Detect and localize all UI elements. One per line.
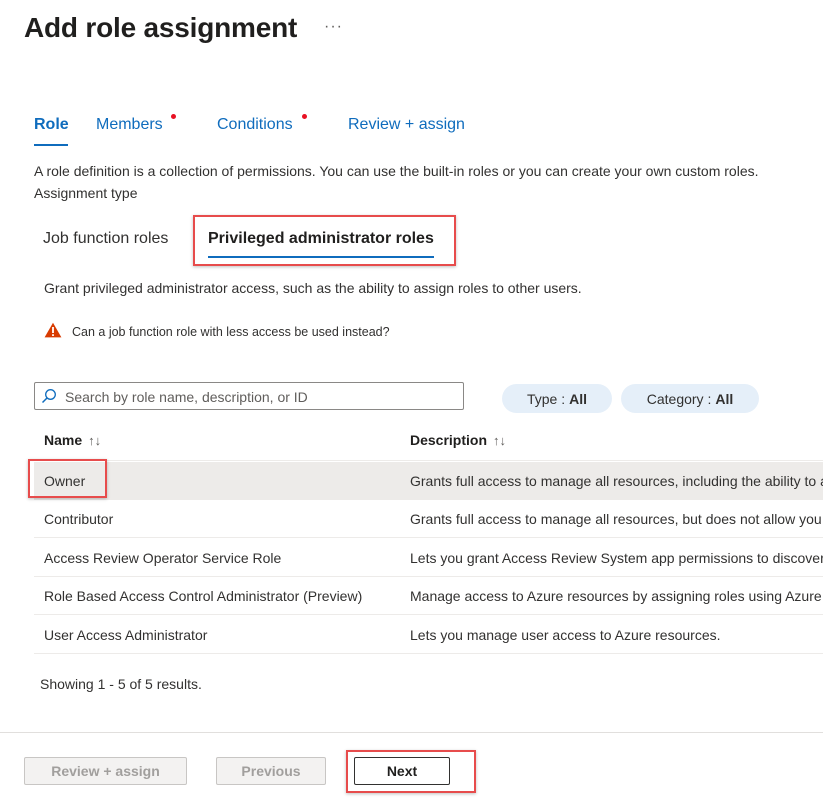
role-description-text: A role definition is a collection of per… [34,163,759,179]
table-row[interactable]: Owner Grants full access to manage all r… [34,462,823,500]
type-filter-pill[interactable]: Type : All [502,384,612,413]
subtab-active-underline [208,256,434,258]
grant-description-text: Grant privileged administrator access, s… [44,280,582,296]
sort-icon[interactable]: ↑↓ [88,433,101,448]
role-name: Role Based Access Control Administrator … [44,588,363,604]
search-icon [41,389,56,404]
warning-text: Can a job function role with less access… [72,325,390,339]
assignment-type-label: Assignment type [34,185,138,201]
table-header-divider [34,460,823,461]
next-button[interactable]: Next [354,757,450,785]
search-input[interactable] [63,386,462,408]
category-filter-pill[interactable]: Category : All [621,384,759,413]
search-box [34,382,464,410]
table-row[interactable]: Role Based Access Control Administrator … [34,577,823,615]
column-header-description[interactable]: Description ↑↓ [410,432,506,448]
previous-button[interactable]: Previous [216,757,326,785]
column-header-description-label: Description [410,432,488,448]
category-filter-value: All [715,390,734,407]
type-filter-label: Type : [526,390,566,407]
review-assign-button[interactable]: Review + assign [24,757,187,785]
role-name: Owner [44,473,86,489]
more-options-icon[interactable]: ··· [324,18,343,36]
tab-role[interactable]: Role [34,116,69,134]
tab-conditions[interactable]: Conditions [217,116,293,134]
role-name: Contributor [44,511,114,527]
role-name: Access Review Operator Service Role [44,550,282,566]
sort-icon[interactable]: ↑↓ [493,433,506,448]
subtab-job-function-roles[interactable]: Job function roles [43,230,168,248]
tab-members[interactable]: Members [96,116,163,134]
tab-review-assign[interactable]: Review + assign [348,116,465,134]
required-dot-icon [302,114,307,119]
required-dot-icon [171,114,176,119]
role-description: Lets you manage user access to Azure res… [410,627,721,643]
column-header-name[interactable]: Name ↑↓ [44,432,101,448]
column-header-name-label: Name [44,432,83,448]
type-filter-value: All [569,390,588,407]
role-description: Lets you grant Access Review System app … [410,550,823,566]
tab-role-underline [34,144,68,146]
table-row[interactable]: Contributor Grants full access to manage… [34,500,823,538]
warning-icon [44,322,62,338]
footer-divider [0,732,823,733]
subtab-privileged-administrator-roles[interactable]: Privileged administrator roles [208,230,434,248]
category-filter-label: Category : [646,390,712,407]
role-name: User Access Administrator [44,627,208,643]
role-description: Grants full access to manage all resourc… [410,473,823,489]
results-count-text: Showing 1 - 5 of 5 results. [40,676,202,692]
role-description: Grants full access to manage all resourc… [410,511,823,527]
table-row[interactable]: User Access Administrator Lets you manag… [34,616,823,654]
role-description: Manage access to Azure resources by assi… [410,588,823,604]
table-row[interactable]: Access Review Operator Service Role Lets… [34,539,823,577]
page-title: Add role assignment [24,12,298,43]
